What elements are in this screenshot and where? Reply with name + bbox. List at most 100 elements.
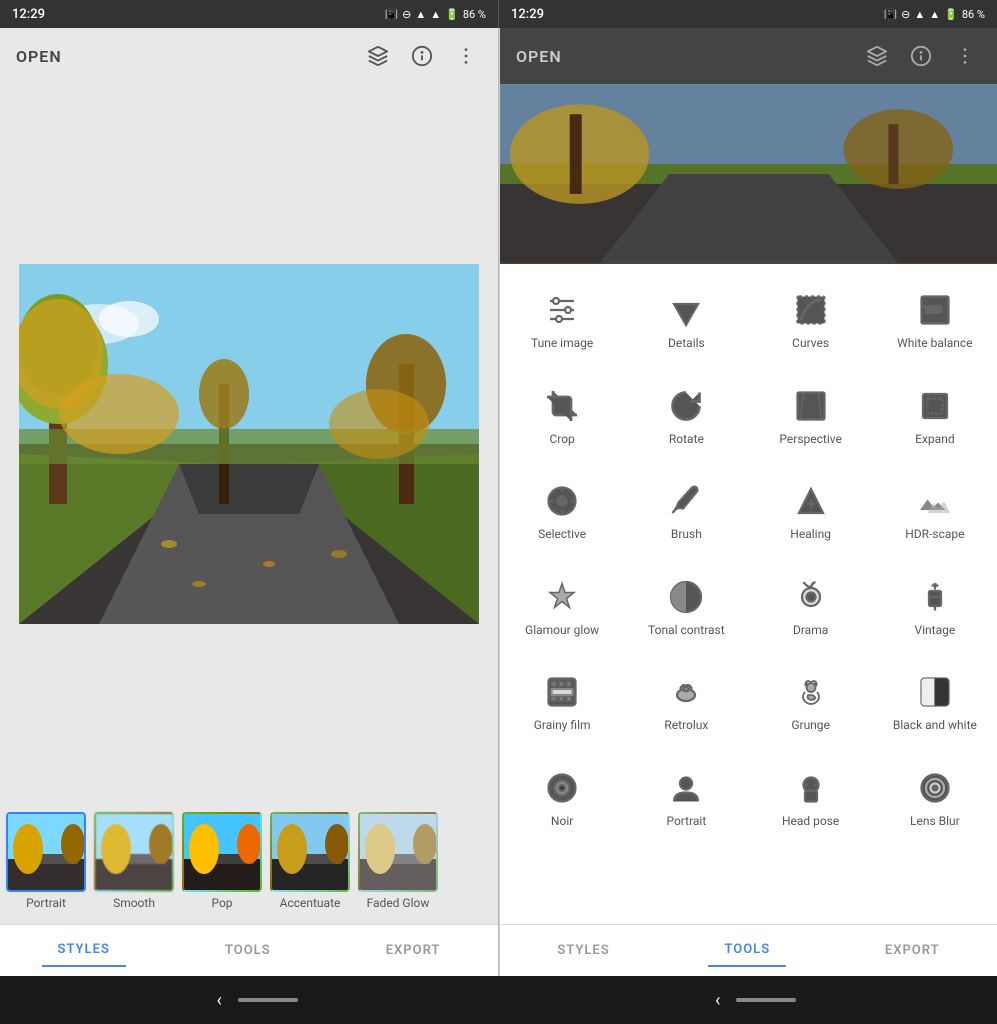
tab-tools-right[interactable]: TOOLS <box>708 934 786 967</box>
svg-text:WB: WB <box>924 304 942 316</box>
panel-left: OPEN <box>0 28 498 976</box>
style-thumb-accentuate <box>270 812 350 892</box>
time-right: 12:29 <box>511 7 544 22</box>
layers-btn-right[interactable] <box>861 40 893 72</box>
back-btn-left[interactable]: ‹ <box>201 982 238 1019</box>
styles-strip: Portrait Smooth <box>0 804 498 924</box>
tool-expand[interactable]: Expand <box>880 376 990 456</box>
info-btn-left[interactable] <box>406 40 438 72</box>
info-btn-right[interactable] <box>905 40 937 72</box>
tools-row-1: Tune image Details <box>500 272 997 368</box>
time-left: 12:29 <box>12 7 45 22</box>
tools-row-4: Glamour glow Tonal contrast <box>500 559 997 655</box>
bottom-nav-left: STYLES TOOLS EXPORT <box>0 924 498 976</box>
lens-blur-icon <box>913 766 957 810</box>
style-accentuate[interactable]: Accentuate <box>268 812 352 910</box>
white-balance-label: White balance <box>897 336 972 352</box>
healing-label: Healing <box>790 527 831 543</box>
expand-icon <box>913 384 957 428</box>
tool-grainy-film[interactable]: Grainy film <box>507 662 617 742</box>
home-indicator-right[interactable] <box>736 998 796 1002</box>
noir-label: Noir <box>551 814 573 830</box>
tune-image-icon <box>540 288 584 332</box>
black-white-label: Black and white <box>893 718 977 734</box>
style-thumb-svg-portrait <box>8 814 86 892</box>
more-btn-right[interactable] <box>949 40 981 72</box>
tool-glamour-glow[interactable]: Glamour glow <box>507 567 617 647</box>
tab-export-right[interactable]: EXPORT <box>869 935 956 966</box>
dnd-icon: ⊖ <box>402 8 411 21</box>
app-bar-actions-left <box>362 40 482 72</box>
tool-grunge[interactable]: Grunge <box>756 662 866 742</box>
tools-row-5: Grainy film Retrolux <box>500 654 997 750</box>
tool-tonal-contrast[interactable]: Tonal contrast <box>631 567 741 647</box>
white-balance-icon: WB <box>913 288 957 332</box>
tool-lens-blur[interactable]: Lens Blur <box>880 758 990 838</box>
tool-black-white[interactable]: Black and white <box>880 662 990 742</box>
retrolux-icon <box>664 670 708 714</box>
perspective-icon <box>789 384 833 428</box>
layers-icon-left <box>367 45 389 67</box>
hdr-scape-icon <box>913 479 957 523</box>
app-bar-left-section: OPEN <box>16 47 62 66</box>
tab-styles-right[interactable]: STYLES <box>541 935 625 966</box>
rotate-label: Rotate <box>669 432 704 448</box>
tools-grid: Tune image Details <box>500 264 997 924</box>
tool-retrolux[interactable]: Retrolux <box>631 662 741 742</box>
style-thumb-pop <box>182 812 262 892</box>
style-portrait[interactable]: Portrait <box>4 812 88 910</box>
wifi-icon-r: ▲ <box>914 8 925 21</box>
expand-label: Expand <box>915 432 954 448</box>
more-btn-left[interactable] <box>450 40 482 72</box>
tool-portrait-right[interactable]: Portrait <box>631 758 741 838</box>
grunge-icon <box>789 670 833 714</box>
tool-perspective[interactable]: Perspective <box>756 376 866 456</box>
tool-white-balance[interactable]: WB White balance <box>880 280 990 360</box>
open-title-left: OPEN <box>16 47 62 66</box>
tab-export-left[interactable]: EXPORT <box>370 935 457 966</box>
back-btn-right[interactable]: ‹ <box>699 982 736 1019</box>
details-icon <box>664 288 708 332</box>
tonal-contrast-icon <box>664 575 708 619</box>
tool-rotate[interactable]: Rotate <box>631 376 741 456</box>
app-bar-right: OPEN <box>500 28 997 84</box>
info-icon-left <box>411 45 433 67</box>
tool-drama[interactable]: Drama <box>756 567 866 647</box>
home-indicator-left[interactable] <box>238 998 298 1002</box>
tab-tools-left[interactable]: TOOLS <box>209 935 287 966</box>
open-title-right: OPEN <box>516 47 562 66</box>
style-pop[interactable]: Pop <box>180 812 264 910</box>
tool-noir[interactable]: Noir <box>507 758 617 838</box>
style-thumb-faded <box>358 812 438 892</box>
tool-tune-image[interactable]: Tune image <box>507 280 617 360</box>
tool-details[interactable]: Details <box>631 280 741 360</box>
drama-label: Drama <box>793 623 828 639</box>
tool-hdr-scape[interactable]: HDR-scape <box>880 471 990 551</box>
tool-vintage[interactable]: Vintage <box>880 567 990 647</box>
curves-label: Curves <box>792 336 829 352</box>
style-thumb-svg-pop <box>184 814 262 892</box>
vintage-icon <box>913 575 957 619</box>
more-icon-right <box>954 45 976 67</box>
vibrate-icon: 📳 <box>384 8 398 21</box>
tonal-contrast-label: Tonal contrast <box>648 623 725 639</box>
tool-head-pose[interactable]: Head pose <box>756 758 866 838</box>
retrolux-label: Retrolux <box>664 718 708 734</box>
signal-icon: ▲ <box>430 8 441 21</box>
tool-selective[interactable]: Selective <box>507 471 617 551</box>
style-label-faded: Faded Glow <box>367 896 430 910</box>
vibrate-icon-r: 📳 <box>883 8 897 21</box>
tool-brush[interactable]: Brush <box>631 471 741 551</box>
bottom-nav-right: STYLES TOOLS EXPORT <box>500 924 997 976</box>
tool-crop[interactable]: Crop <box>507 376 617 456</box>
head-pose-label: Head pose <box>782 814 839 830</box>
tool-healing[interactable]: Healing <box>756 471 866 551</box>
brush-label: Brush <box>671 527 702 543</box>
status-bar-left: 12:29 📳 ⊖ ▲ ▲ 🔋 86 % <box>0 0 498 28</box>
style-faded-glow[interactable]: Faded Glow <box>356 812 440 910</box>
tab-styles-left[interactable]: STYLES <box>42 934 126 967</box>
tool-curves[interactable]: Curves <box>756 280 866 360</box>
style-label-pop: Pop <box>211 896 232 910</box>
style-smooth[interactable]: Smooth <box>92 812 176 910</box>
layers-btn-left[interactable] <box>362 40 394 72</box>
